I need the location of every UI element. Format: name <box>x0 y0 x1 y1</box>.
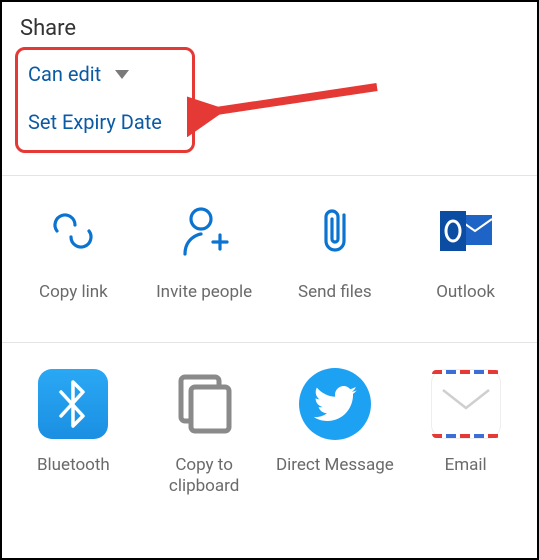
tile-label: Invite people <box>156 282 252 324</box>
tile-label: Outlook <box>436 282 495 324</box>
copy-link-tile[interactable]: Copy link <box>8 200 139 324</box>
twitter-icon <box>299 368 371 440</box>
attach-icon <box>270 200 401 262</box>
permission-label: Can edit <box>28 62 101 86</box>
copy-clipboard-tile[interactable]: Copy to clipboard <box>139 373 270 498</box>
tile-label: Copy to clipboard <box>139 455 270 498</box>
invite-icon <box>139 200 270 262</box>
permission-dropdown[interactable]: Can edit <box>28 62 182 86</box>
annotation-arrow <box>187 77 387 137</box>
clipboard-icon <box>169 369 239 439</box>
bluetooth-tile[interactable]: Bluetooth <box>8 373 139 498</box>
share-targets-row-1: Copy link Invite people Send files <box>2 176 537 342</box>
direct-message-tile[interactable]: Direct Message <box>270 373 401 498</box>
set-expiry-link[interactable]: Set Expiry Date <box>28 110 182 134</box>
tile-label: Bluetooth <box>37 455 110 497</box>
bluetooth-icon <box>38 369 108 439</box>
share-targets-row-2: Bluetooth Copy to clipboard Direct Messa… <box>2 343 537 516</box>
invite-people-tile[interactable]: Invite people <box>139 200 270 324</box>
highlighted-options: Can edit Set Expiry Date <box>15 47 195 153</box>
tile-label: Direct Message <box>276 455 394 497</box>
outlook-icon <box>400 200 531 262</box>
link-icon <box>8 200 139 262</box>
page-title: Share <box>20 16 519 41</box>
tile-label: Copy link <box>39 282 108 324</box>
tile-label: Email <box>445 455 487 497</box>
chevron-down-icon <box>115 70 129 79</box>
outlook-tile[interactable]: Outlook <box>400 200 531 324</box>
send-files-tile[interactable]: Send files <box>270 200 401 324</box>
tile-label: Send files <box>298 282 372 324</box>
email-tile[interactable]: Email <box>400 373 531 498</box>
email-icon <box>431 369 501 439</box>
